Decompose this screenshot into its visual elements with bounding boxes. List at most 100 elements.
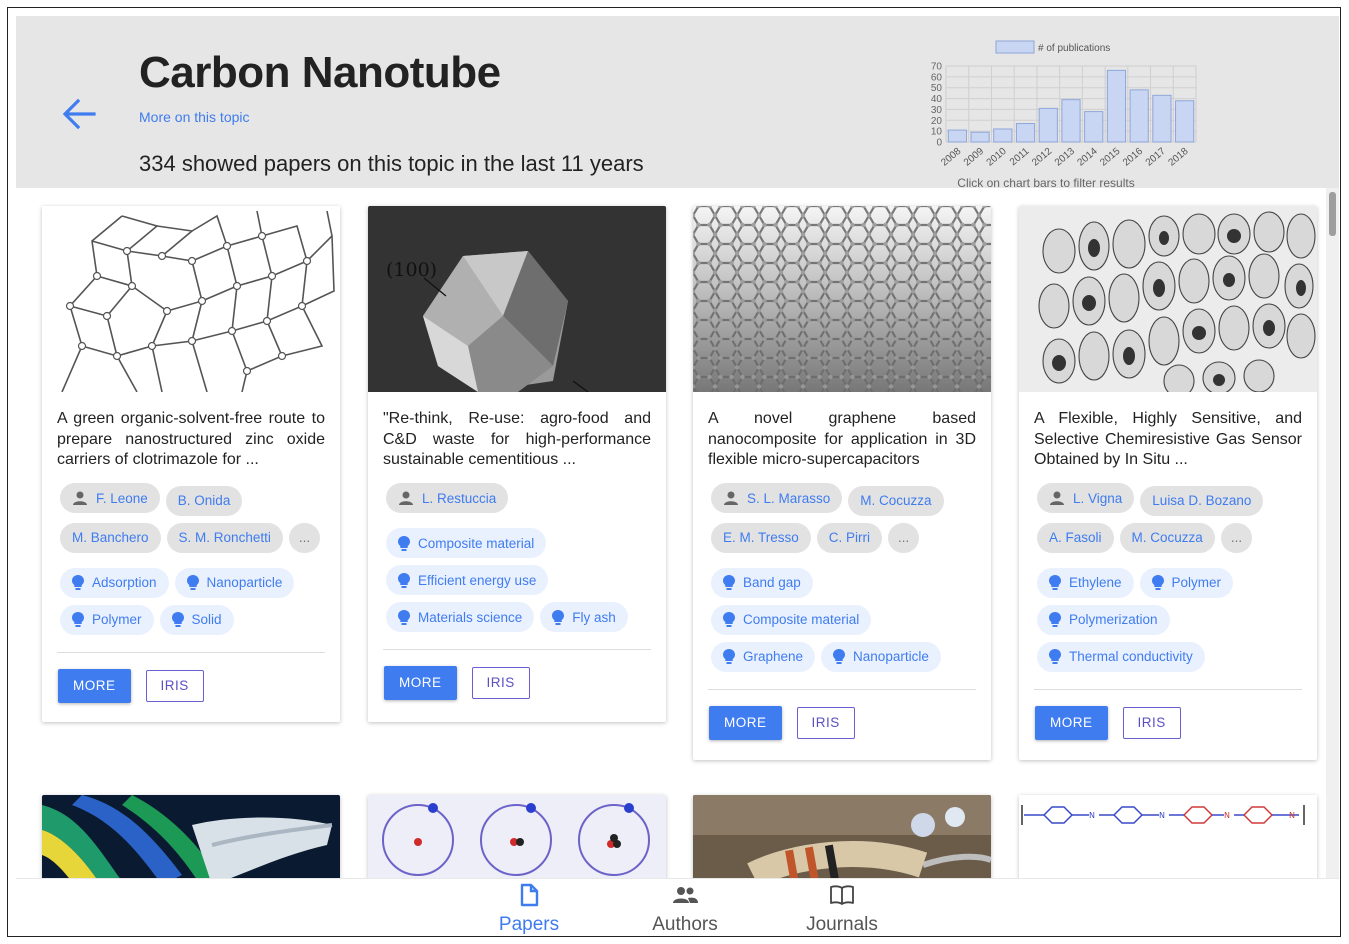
author-name: M. Banchero: [72, 530, 149, 545]
author-chips: S. L. Marasso M. Cocuzza E. M. Tresso C. Pi…: [708, 483, 976, 560]
nav-journals[interactable]: Journals: [787, 883, 897, 936]
card-image: [693, 206, 991, 392]
more-authors-chip[interactable]: ...: [1220, 522, 1253, 553]
author-chip[interactable]: M. Cocuzza: [848, 485, 944, 516]
svg-text:N: N: [1159, 811, 1165, 820]
keyword-chip[interactable]: Adsorption: [60, 567, 169, 598]
keyword-chip[interactable]: Composite material: [711, 604, 872, 635]
x-tick-label: 2012: [1030, 146, 1054, 169]
lightbulb-icon: [1049, 575, 1061, 590]
lightbulb-icon: [398, 609, 410, 625]
chart-bar[interactable]: [1061, 99, 1081, 143]
paper-title[interactable]: A green organic-solvent-free route to pr…: [57, 409, 325, 471]
iris-button[interactable]: IRIS: [145, 669, 204, 702]
keyword-chip[interactable]: Nanoparticle: [821, 641, 941, 672]
more-authors-chip[interactable]: ...: [288, 522, 321, 553]
keyword-chip[interactable]: Nanoparticle: [174, 567, 295, 598]
lightbulb-icon: [398, 535, 410, 551]
vertical-scrollbar[interactable]: [1326, 188, 1339, 878]
author-name: L. Restuccia: [422, 490, 497, 506]
card-divider: [57, 651, 325, 653]
results-summary: 334 showed papers on this topic in the l…: [139, 151, 644, 176]
author-chip[interactable]: M. Banchero: [60, 522, 161, 553]
author-chip[interactable]: E. M. Tresso: [711, 522, 811, 553]
chart-bar[interactable]: [1015, 123, 1036, 143]
nav-papers[interactable]: Papers: [474, 883, 584, 936]
chart-bar[interactable]: [1175, 100, 1195, 143]
iris-button[interactable]: IRIS: [796, 706, 855, 739]
more-authors-chip[interactable]: ...: [888, 522, 920, 553]
author-chip[interactable]: L. Vigna: [1037, 483, 1135, 513]
more-button[interactable]: MORE: [384, 666, 457, 700]
paper-card: [42, 795, 340, 878]
keyword-chip[interactable]: Materials science: [386, 602, 535, 632]
card-divider: [383, 649, 651, 650]
chart-bar[interactable]: [1106, 69, 1127, 143]
scrollbar-thumb[interactable]: [1329, 192, 1336, 236]
author-chip[interactable]: M. Cocuzza: [1119, 522, 1215, 553]
keyword-chip[interactable]: Polymer: [1139, 567, 1234, 598]
x-tick-label: 2008: [939, 146, 963, 169]
author-name: S. M. Ronchetti: [178, 530, 271, 545]
chart-bar[interactable]: [1084, 111, 1104, 143]
keyword-chip[interactable]: Band gap: [711, 567, 813, 598]
chart-bar[interactable]: [1129, 89, 1149, 143]
nav-authors[interactable]: Authors: [630, 883, 740, 936]
keyword-chip[interactable]: Graphene: [711, 641, 816, 672]
x-tick-label: 2009: [962, 146, 986, 169]
x-tick-label: 2015: [1098, 146, 1122, 169]
keyword-chip[interactable]: Fly ash: [540, 602, 628, 632]
keyword-chip[interactable]: Solid: [159, 604, 234, 635]
bottom-navigation: Papers Authors Journals: [16, 878, 1339, 936]
author-chip[interactable]: S. M. Ronchetti: [166, 522, 283, 553]
keyword-chip[interactable]: Ethylene: [1037, 567, 1134, 598]
author-chip[interactable]: F. Leone: [60, 483, 160, 513]
keyword-chip[interactable]: Polymer: [60, 604, 154, 635]
more-on-topic-link[interactable]: More on this topic: [139, 109, 250, 125]
chart-bar[interactable]: [993, 128, 1013, 143]
keyword-chip[interactable]: Efficient energy use: [386, 565, 549, 595]
card-actions: MORE IRIS: [709, 705, 975, 740]
nav-authors-label: Authors: [652, 914, 718, 935]
author-chip[interactable]: B. Onida: [165, 485, 243, 516]
more-button[interactable]: MORE: [709, 705, 782, 740]
paper-card: N N N N: [1019, 795, 1317, 878]
chart-bar[interactable]: [1038, 107, 1058, 143]
card-divider: [1034, 688, 1302, 690]
iris-button[interactable]: IRIS: [471, 667, 530, 699]
card-image: N N N N: [1019, 795, 1317, 878]
y-tick-label: 30: [931, 105, 943, 116]
keyword-label: Band gap: [743, 575, 801, 590]
more-button[interactable]: MORE: [1035, 705, 1108, 740]
author-chip[interactable]: L. Restuccia: [386, 483, 509, 513]
keyword-label: Nanoparticle: [206, 575, 283, 590]
x-tick-label: 2018: [1166, 146, 1190, 169]
author-chip[interactable]: C. Pirri: [816, 522, 883, 553]
back-arrow-icon[interactable]: [58, 94, 98, 134]
more-button[interactable]: MORE: [58, 668, 131, 703]
keyword-chip[interactable]: Composite material: [386, 528, 547, 558]
keyword-chip[interactable]: Thermal conductivity: [1037, 641, 1205, 672]
keyword-chip[interactable]: Polymerization: [1037, 604, 1170, 635]
chart-bar[interactable]: [1152, 94, 1172, 143]
iris-button[interactable]: IRIS: [1122, 706, 1181, 739]
paper-title[interactable]: A Flexible, Highly Sensitive, and Select…: [1034, 409, 1302, 471]
author-chip[interactable]: S. L. Marasso: [711, 483, 843, 513]
lightbulb-icon: [72, 575, 84, 590]
keyword-label: Polymerization: [1069, 612, 1158, 627]
paper-title[interactable]: A novel graphene based nanocomposite for…: [708, 409, 976, 471]
x-tick-label: 2013: [1053, 146, 1077, 169]
author-chip[interactable]: Luisa D. Bozano: [1140, 485, 1264, 516]
y-tick-label: 50: [931, 83, 943, 94]
keyword-label: Polymer: [92, 612, 142, 627]
legend-swatch: [995, 40, 1035, 54]
author-chip[interactable]: A. Fasoli: [1037, 522, 1114, 553]
paper-title[interactable]: "Re-think, Re-use: agro-food and C&D was…: [383, 409, 651, 471]
keyword-label: Composite material: [743, 612, 860, 627]
publications-chart[interactable]: # of publications70605040302010020082009…: [886, 36, 1206, 191]
chart-bar[interactable]: [970, 131, 990, 143]
chart-bar[interactable]: [947, 129, 967, 143]
x-tick-label: 2011: [1008, 146, 1032, 169]
card-image: (100): [368, 206, 666, 392]
author-name: C. Pirri: [828, 530, 871, 545]
